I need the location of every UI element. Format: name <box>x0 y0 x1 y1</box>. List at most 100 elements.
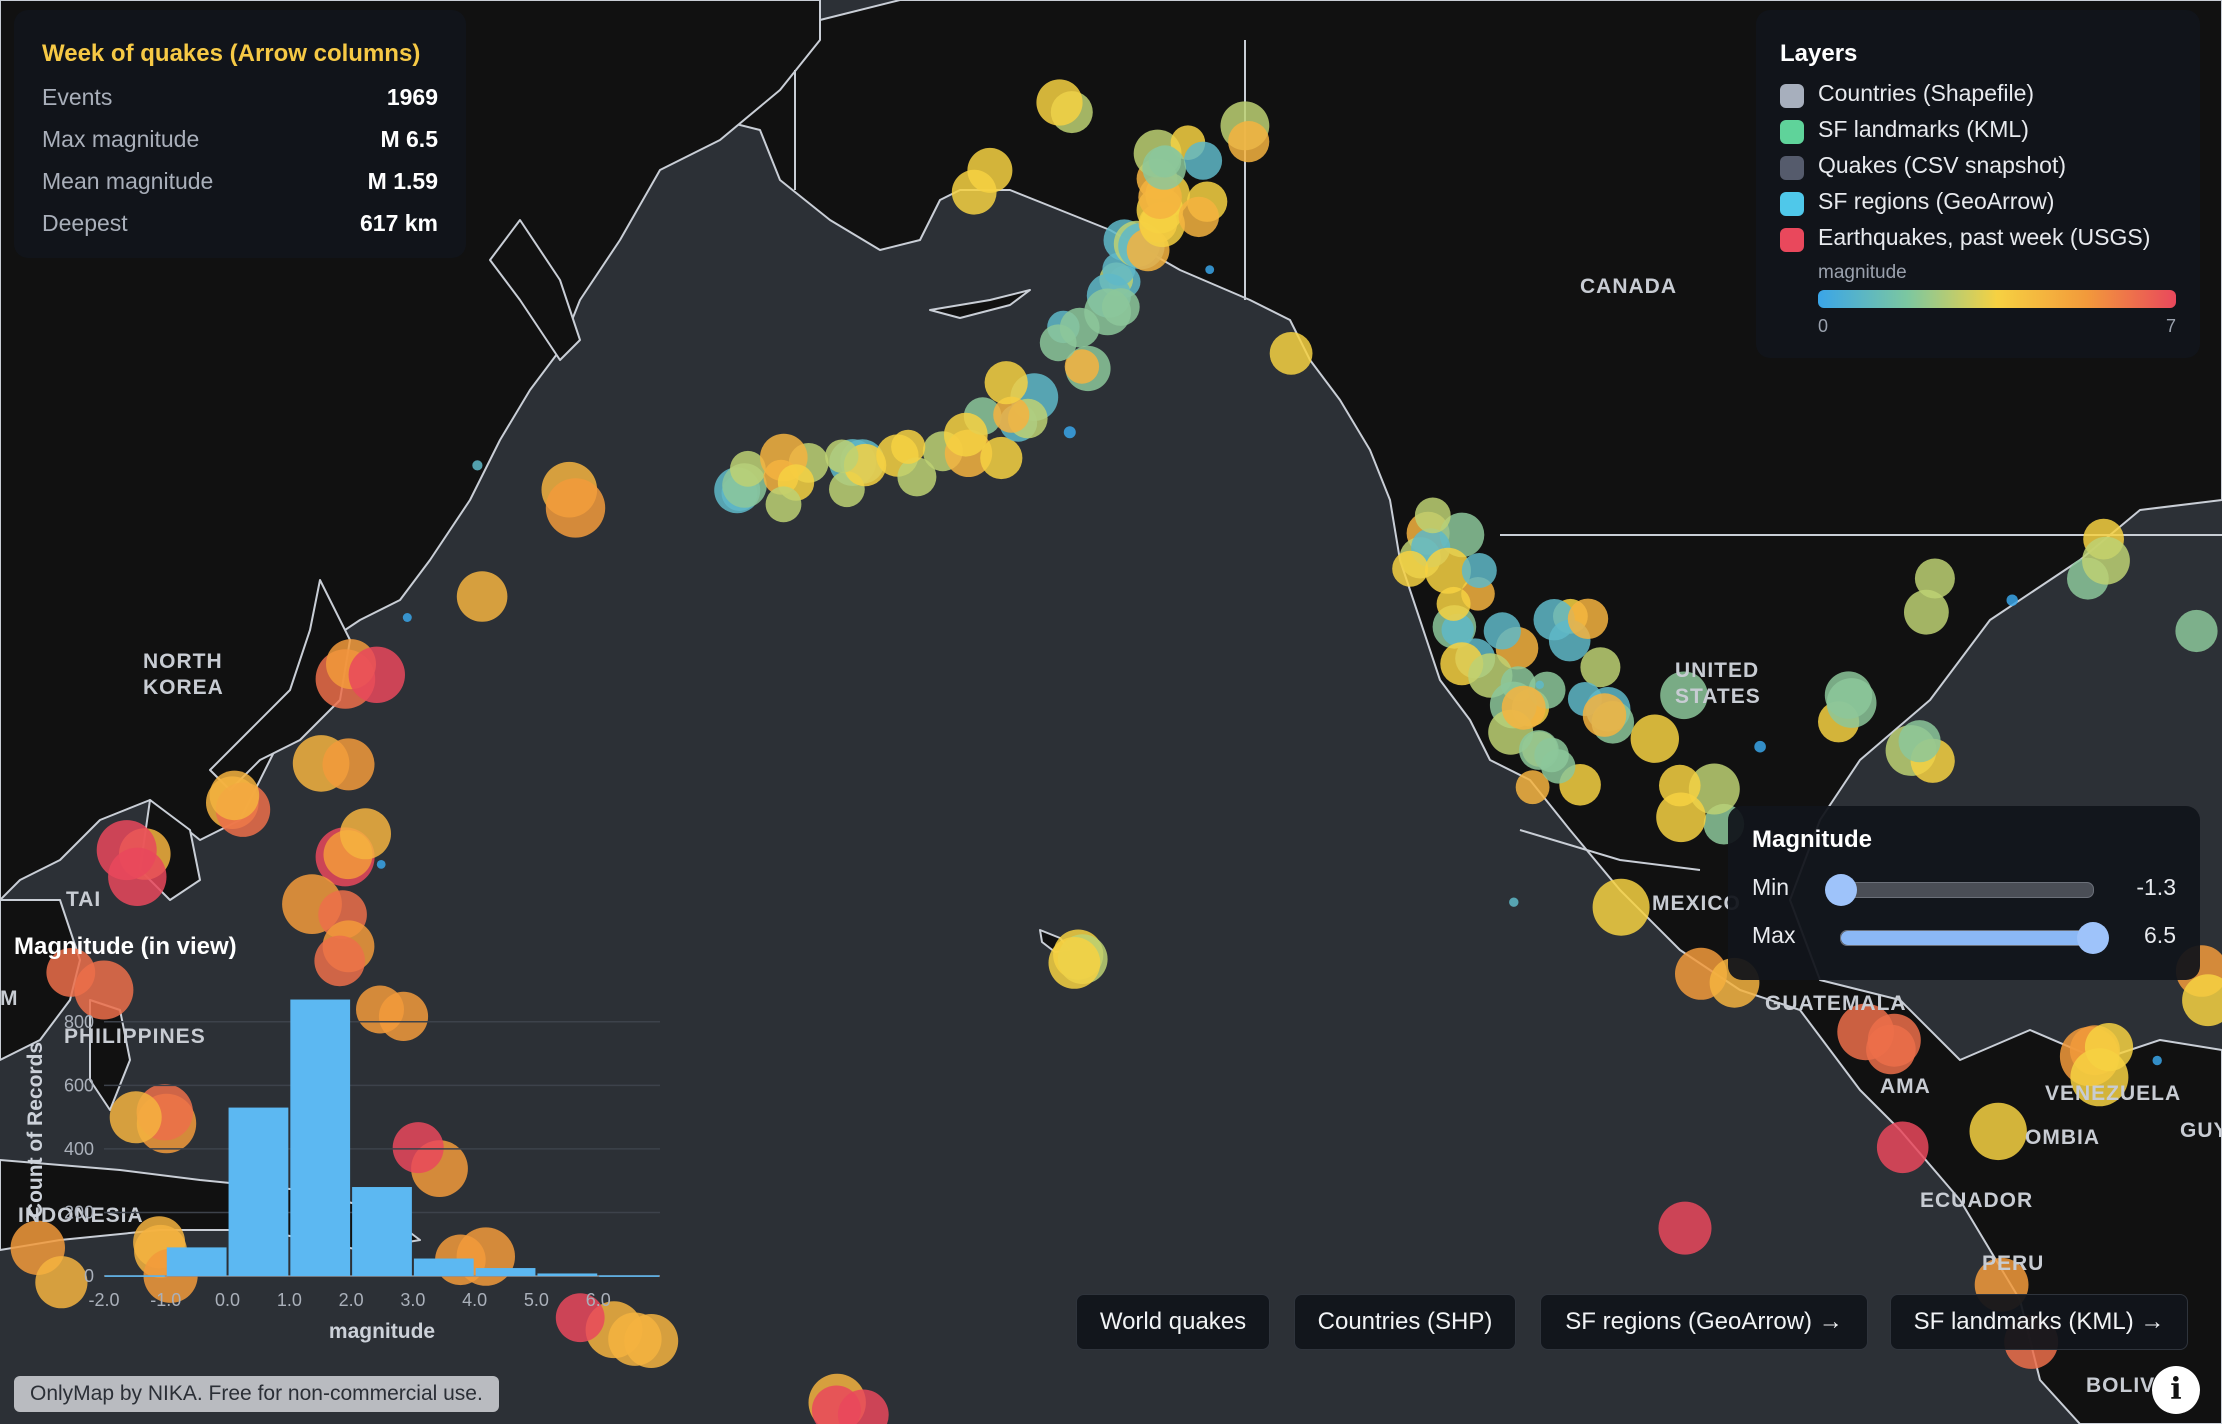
quake-marker[interactable] <box>1436 586 1471 621</box>
quake-marker[interactable] <box>209 770 260 821</box>
colorbar-max: 7 <box>2165 316 2176 336</box>
quake-marker[interactable] <box>891 429 926 464</box>
colorbar-min: 0 <box>1818 316 1829 336</box>
quake-marker[interactable] <box>2006 594 2018 606</box>
attribution[interactable]: OnlyMap by NIKA. Free for non-commercial… <box>14 1376 499 1412</box>
world-quakes-button[interactable]: World quakes <box>1076 1294 1270 1350</box>
quake-marker[interactable] <box>1483 612 1521 650</box>
quake-marker[interactable] <box>1567 598 1609 639</box>
quake-marker[interactable] <box>2175 609 2218 653</box>
quake-marker[interactable] <box>1509 897 1519 907</box>
stats-panel: Week of quakes (Arrow columns) Events 19… <box>14 10 466 258</box>
map-label-taiwan: TAI <box>66 888 101 911</box>
quake-marker[interactable] <box>1535 680 1545 689</box>
quake-marker[interactable] <box>2084 1023 2134 1072</box>
quake-marker[interactable] <box>2152 1055 2162 1066</box>
quake-marker[interactable] <box>1178 196 1220 238</box>
histogram-y-tick: 400 <box>64 1139 94 1159</box>
quake-marker[interactable] <box>943 412 988 457</box>
quake-marker[interactable] <box>1867 1013 1921 1067</box>
quake-marker[interactable] <box>825 439 859 473</box>
quake-marker[interactable] <box>624 1314 679 1368</box>
layer-label: Earthquakes, past week (USGS) <box>1818 224 2151 250</box>
quake-marker[interactable] <box>1142 146 1187 190</box>
quake-marker[interactable] <box>1582 693 1627 737</box>
map-label-guyana: GUYAN <box>2180 1119 2222 1142</box>
quake-marker[interactable] <box>1414 497 1451 534</box>
sf-regions-button[interactable]: SF regions (GeoArrow) → <box>1540 1294 1868 1350</box>
quake-marker[interactable] <box>1183 141 1223 180</box>
countries-shp-button[interactable]: Countries (SHP) <box>1294 1294 1516 1350</box>
histogram-x-tick: -2.0 <box>88 1290 119 1310</box>
magnitude-filter-panel: Magnitude Min -1.3 Max 6.5 <box>1728 806 2200 980</box>
stats-value: M 1.59 <box>367 168 438 194</box>
quake-marker[interactable] <box>1063 426 1076 439</box>
sf-landmarks-button[interactable]: SF landmarks (KML) → <box>1890 1294 2188 1350</box>
quake-marker[interactable] <box>545 478 606 538</box>
quake-marker[interactable] <box>1048 937 1101 989</box>
quake-marker[interactable] <box>1036 79 1083 126</box>
quake-marker[interactable] <box>348 646 405 703</box>
max-slider-thumb[interactable] <box>2077 922 2109 954</box>
histogram-x-ticks: -2.0 -1.0 0.0 1.0 2.0 3.0 4.0 5.0 6.0 <box>88 1290 610 1310</box>
min-slider-thumb[interactable] <box>1825 874 1857 906</box>
quake-marker[interactable] <box>765 486 802 523</box>
quake-marker[interactable] <box>1269 332 1313 375</box>
quake-marker[interactable] <box>1392 550 1429 587</box>
quake-marker[interactable] <box>984 361 1028 405</box>
quake-marker[interactable] <box>1658 1201 1712 1255</box>
quake-marker[interactable] <box>402 613 412 622</box>
quake-marker[interactable] <box>2082 536 2130 585</box>
quake-marker[interactable] <box>1904 589 1949 635</box>
map-label-ecuador: ECUADOR <box>1920 1189 2033 1212</box>
quake-marker[interactable] <box>35 1256 88 1309</box>
layer-swatch <box>1780 228 1804 252</box>
max-slider[interactable] <box>1840 922 2109 954</box>
quake-marker[interactable] <box>356 985 404 1034</box>
histogram-x-tick: 2.0 <box>339 1290 364 1310</box>
quake-marker[interactable] <box>1754 740 1766 753</box>
quake-marker[interactable] <box>340 808 391 860</box>
stats-row-deepest: Deepest 617 km <box>42 210 438 242</box>
map-label-guatemala: GUATEMALA <box>1765 992 1907 1015</box>
min-slider[interactable] <box>1825 874 2094 906</box>
quake-marker[interactable] <box>314 935 366 987</box>
stats-row-max-magnitude: Max magnitude M 6.5 <box>42 126 438 158</box>
quake-marker[interactable] <box>322 738 375 791</box>
quake-marker[interactable] <box>1228 121 1270 163</box>
quake-marker[interactable] <box>1101 288 1140 326</box>
quake-marker[interactable] <box>1592 878 1650 936</box>
quake-marker[interactable] <box>456 571 508 622</box>
quake-marker[interactable] <box>980 436 1023 480</box>
histogram-bar <box>290 999 351 1276</box>
histogram-bar <box>228 1107 289 1276</box>
histogram-x-tick: 4.0 <box>462 1290 487 1310</box>
quake-marker[interactable] <box>1898 720 1941 763</box>
quake-marker[interactable] <box>1461 553 1497 588</box>
quake-marker[interactable] <box>1580 647 1621 688</box>
quake-marker[interactable] <box>1039 324 1077 362</box>
layers-title: Layers <box>1780 40 1858 67</box>
histogram-bar <box>599 1275 659 1277</box>
quake-marker[interactable] <box>376 860 386 869</box>
quake-marker[interactable] <box>1969 1102 2027 1161</box>
quake-marker[interactable] <box>1824 671 1873 719</box>
quake-marker[interactable] <box>1519 730 1559 770</box>
histogram-bar <box>166 1247 227 1276</box>
quake-marker[interactable] <box>96 820 157 881</box>
quake-marker[interactable] <box>1501 685 1546 730</box>
info-icon[interactable]: i <box>2152 1366 2200 1414</box>
quake-marker[interactable] <box>1656 792 1706 843</box>
quake-marker[interactable] <box>472 460 483 471</box>
quake-marker[interactable] <box>1205 265 1215 274</box>
max-label: Max <box>1752 922 1796 948</box>
quake-marker[interactable] <box>967 147 1013 193</box>
quake-marker[interactable] <box>1630 714 1680 763</box>
stats-label: Max magnitude <box>42 126 200 152</box>
quake-marker[interactable] <box>392 1122 444 1174</box>
histogram-y-label: Count of Records <box>24 1042 47 1218</box>
max-slider-fill <box>1841 931 2093 945</box>
quake-marker[interactable] <box>1876 1121 1929 1174</box>
quake-marker[interactable] <box>897 457 937 497</box>
quake-marker[interactable] <box>109 1091 162 1144</box>
